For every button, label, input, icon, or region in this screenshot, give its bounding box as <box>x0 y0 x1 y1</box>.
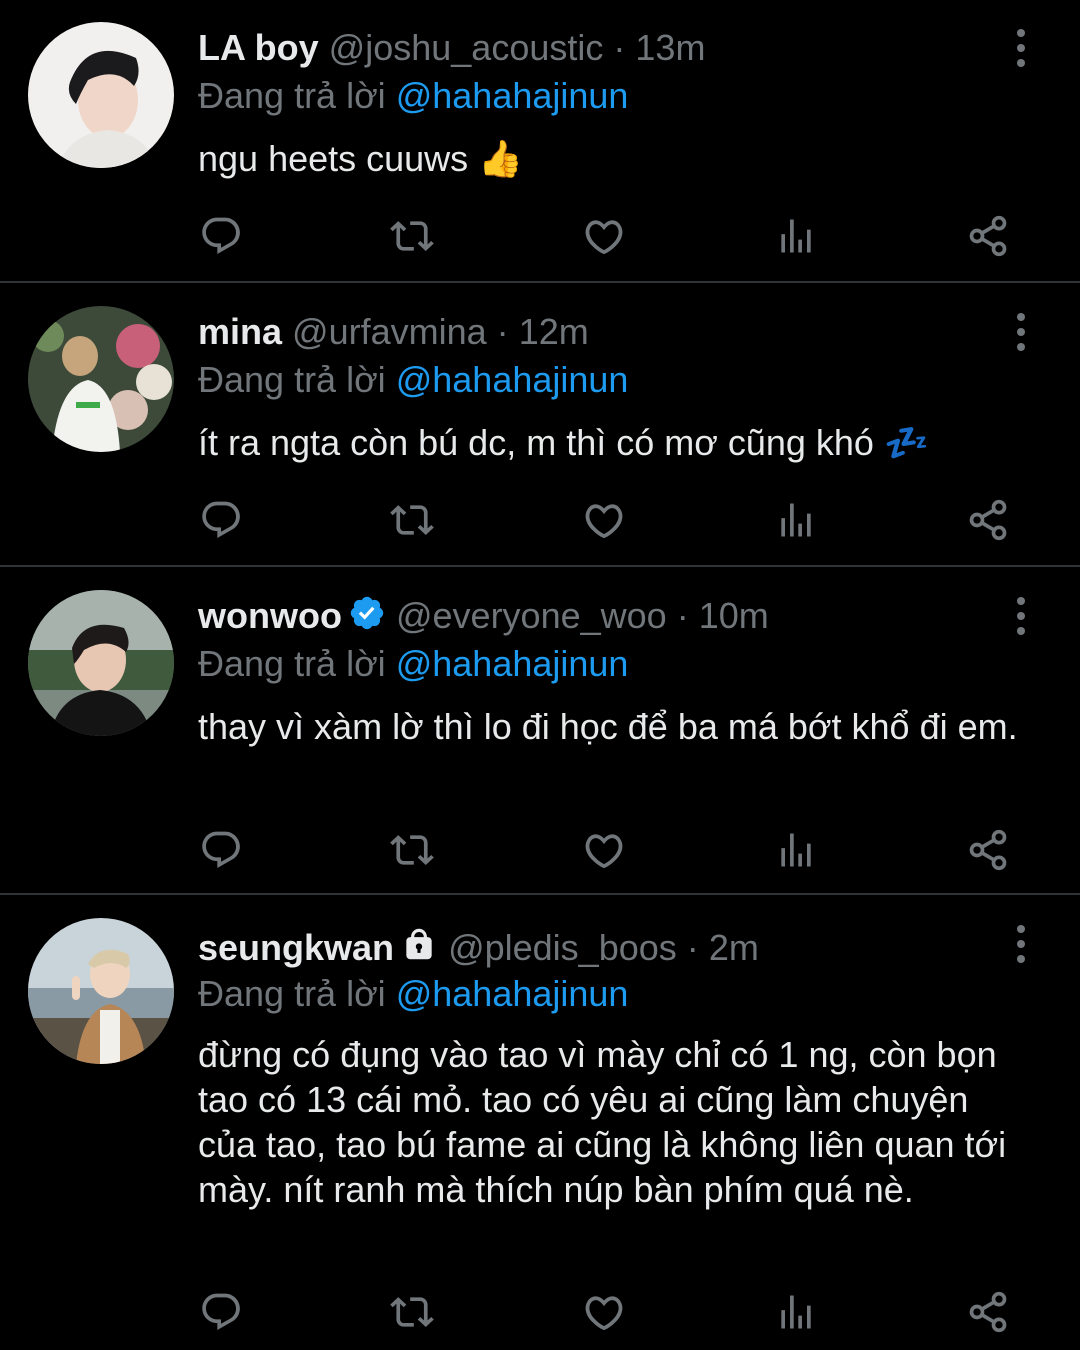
verified-icon <box>348 594 386 642</box>
divider <box>0 893 1080 895</box>
separator-dot: · <box>676 595 689 636</box>
display-name[interactable]: wonwoo <box>198 595 342 636</box>
like-icon[interactable] <box>582 214 626 258</box>
thumbs-up-icon: 👍 <box>478 138 524 179</box>
views-icon[interactable] <box>774 214 818 258</box>
separator-dot: · <box>686 927 699 968</box>
reply-prefix: Đang trả lời <box>198 643 386 684</box>
reply-mention-link[interactable]: @hahahajinun <box>396 359 629 400</box>
action-bar <box>0 498 1080 542</box>
tweet[interactable]: LA boy @joshu_acoustic · 13m Đang trả lờ… <box>0 0 1080 282</box>
user-handle[interactable]: @joshu_acoustic <box>329 27 604 68</box>
reply-prefix: Đang trả lời <box>198 75 386 116</box>
like-icon[interactable] <box>582 498 626 542</box>
tweet-header: seungkwan @pledis_boos · 2m <box>198 926 759 974</box>
reply-icon[interactable] <box>199 214 243 258</box>
reply-icon[interactable] <box>199 1290 243 1334</box>
avatar[interactable] <box>28 918 174 1064</box>
tweet-header: LA boy @joshu_acoustic · 13m <box>198 26 705 70</box>
avatar[interactable] <box>28 306 174 452</box>
more-options-icon[interactable] <box>1008 312 1034 352</box>
retweet-icon[interactable] <box>390 828 434 872</box>
reply-mention-link[interactable]: @hahahajinun <box>396 75 629 116</box>
reply-context: Đang trả lời @hahahajinun <box>198 972 628 1016</box>
reply-prefix: Đang trả lời <box>198 973 386 1014</box>
like-icon[interactable] <box>582 1290 626 1334</box>
reply-mention-link[interactable]: @hahahajinun <box>396 643 629 684</box>
reply-mention-link[interactable]: @hahahajinun <box>396 973 629 1014</box>
user-handle[interactable]: @pledis_boos <box>448 927 677 968</box>
divider <box>0 565 1080 567</box>
action-bar <box>0 214 1080 258</box>
tweet[interactable]: wonwoo @everyone_woo · 10m Đang trả lời … <box>0 568 1080 894</box>
views-icon[interactable] <box>774 498 818 542</box>
lock-icon <box>400 926 438 974</box>
reply-prefix: Đang trả lời <box>198 359 386 400</box>
reply-icon[interactable] <box>199 828 243 872</box>
reply-context: Đang trả lời @hahahajinun <box>198 358 628 402</box>
tweet-body: đừng có đụng vào tao vì mày chỉ có 1 ng,… <box>198 1034 1007 1210</box>
display-name[interactable]: seungkwan <box>198 927 394 968</box>
timestamp[interactable]: 13m <box>635 27 705 68</box>
timestamp[interactable]: 2m <box>709 927 759 968</box>
separator-dot: · <box>496 311 509 352</box>
tweet-body: ít ra ngta còn bú dc, m thì có mơ cũng k… <box>198 422 874 463</box>
timestamp[interactable]: 10m <box>699 595 769 636</box>
divider <box>0 281 1080 283</box>
tweet-header: mina @urfavmina · 12m <box>198 310 589 354</box>
like-icon[interactable] <box>582 828 626 872</box>
more-options-icon[interactable] <box>1008 28 1034 68</box>
timestamp[interactable]: 12m <box>519 311 589 352</box>
separator-dot: · <box>613 27 626 68</box>
views-icon[interactable] <box>774 1290 818 1334</box>
tweet[interactable]: mina @urfavmina · 12m Đang trả lời @haha… <box>0 284 1080 566</box>
avatar[interactable] <box>28 22 174 168</box>
tweet-body: ngu heets cuuws <box>198 138 469 179</box>
share-icon[interactable] <box>966 214 1010 258</box>
tweet[interactable]: seungkwan @pledis_boos · 2m Đang trả lời… <box>0 896 1080 1350</box>
user-handle[interactable]: @urfavmina <box>292 311 487 352</box>
action-bar <box>0 828 1080 872</box>
sleeping-zzz-icon: 💤 <box>883 422 929 463</box>
reply-context: Đang trả lời @hahahajinun <box>198 74 628 118</box>
retweet-icon[interactable] <box>390 214 434 258</box>
reply-context: Đang trả lời @hahahajinun <box>198 642 628 686</box>
more-options-icon[interactable] <box>1008 596 1034 636</box>
views-icon[interactable] <box>774 828 818 872</box>
share-icon[interactable] <box>966 1290 1010 1334</box>
retweet-icon[interactable] <box>390 498 434 542</box>
tweet-text: ít ra ngta còn bú dc, m thì có mơ cũng k… <box>198 420 1028 465</box>
tweet-body: thay vì xàm lờ thì lo đi học để ba má bớ… <box>198 706 1018 747</box>
reply-icon[interactable] <box>199 498 243 542</box>
share-icon[interactable] <box>966 828 1010 872</box>
action-bar <box>0 1290 1080 1334</box>
avatar[interactable] <box>28 590 174 736</box>
user-handle[interactable]: @everyone_woo <box>396 595 667 636</box>
retweet-icon[interactable] <box>390 1290 434 1334</box>
share-icon[interactable] <box>966 498 1010 542</box>
more-options-icon[interactable] <box>1008 924 1034 964</box>
tweet-header: wonwoo @everyone_woo · 10m <box>198 594 769 642</box>
display-name[interactable]: LA boy <box>198 27 319 68</box>
display-name[interactable]: mina <box>198 311 282 352</box>
tweet-text: ngu heets cuuws 👍 <box>198 136 1028 181</box>
